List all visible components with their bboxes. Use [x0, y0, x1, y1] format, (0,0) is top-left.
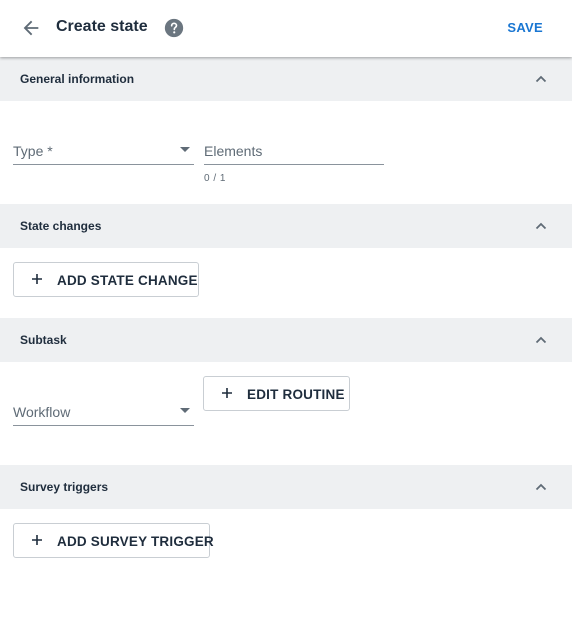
chevron-up-icon [535, 336, 547, 344]
section-subtask[interactable]: Subtask [0, 318, 572, 362]
edit-routine-button[interactable]: EDIT ROUTINE [203, 376, 350, 411]
section-title: State changes [20, 219, 102, 233]
button-label: ADD SURVEY TRIGGER [57, 534, 214, 549]
plus-icon [222, 388, 232, 398]
arrow-left-icon[interactable] [20, 17, 42, 39]
help-circle-icon[interactable] [164, 18, 184, 38]
section-title: General information [20, 72, 135, 86]
section-state-changes[interactable]: State changes [0, 204, 572, 248]
dropdown-arrow-icon [180, 408, 190, 413]
section-title: Subtask [20, 333, 67, 347]
elements-field[interactable]: Elements [204, 137, 384, 165]
elements-counter: 0 / 1 [204, 173, 226, 184]
chevron-up-icon [535, 75, 547, 83]
add-survey-trigger-button[interactable]: ADD SURVEY TRIGGER [13, 523, 214, 558]
app-header: Create state SAVE [0, 0, 572, 57]
chevron-up-icon [535, 483, 547, 491]
type-label: Type * [13, 143, 53, 159]
workflow-label: Workflow [13, 404, 71, 420]
workflow-select[interactable]: Workflow [13, 398, 194, 426]
elements-label: Elements [204, 143, 263, 159]
plus-icon [32, 274, 42, 284]
button-label: ADD STATE CHANGE [57, 273, 198, 288]
dropdown-arrow-icon [180, 147, 190, 152]
section-general-information[interactable]: General information [0, 57, 572, 101]
section-title: Survey triggers [20, 480, 109, 494]
chevron-up-icon [535, 222, 547, 230]
plus-icon [32, 535, 42, 545]
add-state-change-button[interactable]: ADD STATE CHANGE [13, 262, 199, 297]
create-state-page: Create state SAVE General information Ty… [0, 0, 572, 641]
section-survey-triggers[interactable]: Survey triggers [0, 465, 572, 509]
save-button[interactable]: SAVE [507, 20, 543, 35]
button-label: EDIT ROUTINE [247, 387, 345, 402]
page-title: Create state [56, 18, 148, 35]
type-select[interactable]: Type * [13, 137, 194, 165]
